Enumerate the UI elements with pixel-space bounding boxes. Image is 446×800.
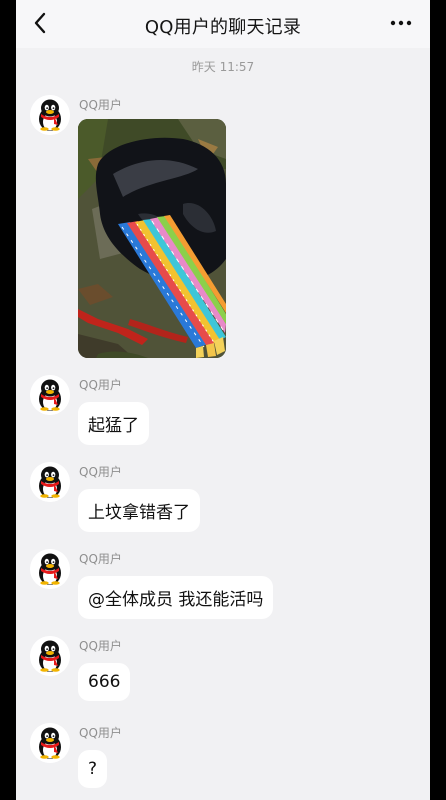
qq-penguin-avatar-icon xyxy=(30,375,70,415)
avatar[interactable] xyxy=(30,95,70,135)
chat-history-header: QQ用户的聊天记录 xyxy=(16,0,430,48)
chat-history-screen: QQ用户的聊天记录 昨天 11:57 QQ用户 QQ用户 起猛了 QQ用户 上坟… xyxy=(16,0,430,800)
more-dots-icon xyxy=(390,20,412,26)
avatar[interactable] xyxy=(30,723,70,763)
sender-name: QQ用户 xyxy=(79,378,122,392)
avatar[interactable] xyxy=(30,462,70,502)
message-bubble[interactable]: 666 xyxy=(78,663,131,701)
sender-name: QQ用户 xyxy=(79,726,122,740)
page-title: QQ用户的聊天记录 xyxy=(144,17,302,38)
sender-name: QQ用户 xyxy=(79,639,122,653)
message-timestamp: 昨天 11:57 xyxy=(191,60,255,74)
sender-name: QQ用户 xyxy=(79,552,122,566)
qq-penguin-avatar-icon xyxy=(30,723,70,763)
avatar[interactable] xyxy=(30,636,70,676)
sender-name: QQ用户 xyxy=(79,465,122,479)
qq-penguin-avatar-icon xyxy=(30,549,70,589)
photo-image xyxy=(78,119,226,358)
qq-penguin-avatar-icon xyxy=(30,95,70,135)
message-bubble[interactable]: ? xyxy=(78,750,108,788)
message-bubble[interactable]: 起猛了 xyxy=(78,402,149,445)
chat-photo[interactable] xyxy=(78,119,226,358)
qq-penguin-avatar-icon xyxy=(30,462,70,502)
phone-frame: QQ用户的聊天记录 昨天 11:57 QQ用户 QQ用户 起猛了 QQ用户 上坟… xyxy=(0,0,446,800)
message-bubble[interactable]: 上坟拿错香了 xyxy=(78,489,200,532)
avatar[interactable] xyxy=(30,375,70,415)
avatar[interactable] xyxy=(30,549,70,589)
message-bubble[interactable]: @全体成员 我还能活吗 xyxy=(78,576,274,619)
more-options-button[interactable] xyxy=(384,8,418,38)
sender-name: QQ用户 xyxy=(79,98,122,112)
qq-penguin-avatar-icon xyxy=(30,636,70,676)
